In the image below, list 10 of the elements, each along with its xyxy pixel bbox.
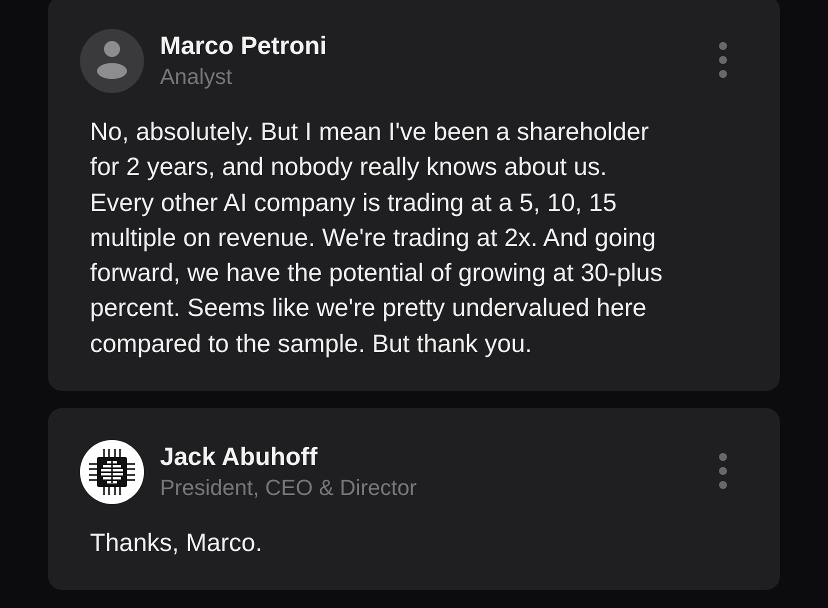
author-name: Jack Abuhoff — [160, 443, 318, 472]
comment-text: No, absolutely. But I mean I've been a shareholder for 2 years, and nobody really knows about us. Every other AI company is trading at a 5, 10, 15 multiple on revenue. We're trading at 2x. And going forward, we have the potential of growing at 30-plus percent. Seems like we're pretty undervalued here compared to the sample. But thank you. — [90, 117, 664, 360]
author-role: Analyst — [160, 63, 234, 91]
author-name: Marco Petroni — [160, 32, 327, 60]
user-avatar-icon — [80, 29, 144, 93]
comment-text: Thanks, Marco. — [90, 528, 264, 560]
chip-logo-icon — [80, 440, 144, 504]
more-vertical-icon — [719, 453, 727, 490]
author-role: President, CEO & Director — [160, 474, 417, 502]
more-vertical-icon — [719, 42, 727, 78]
